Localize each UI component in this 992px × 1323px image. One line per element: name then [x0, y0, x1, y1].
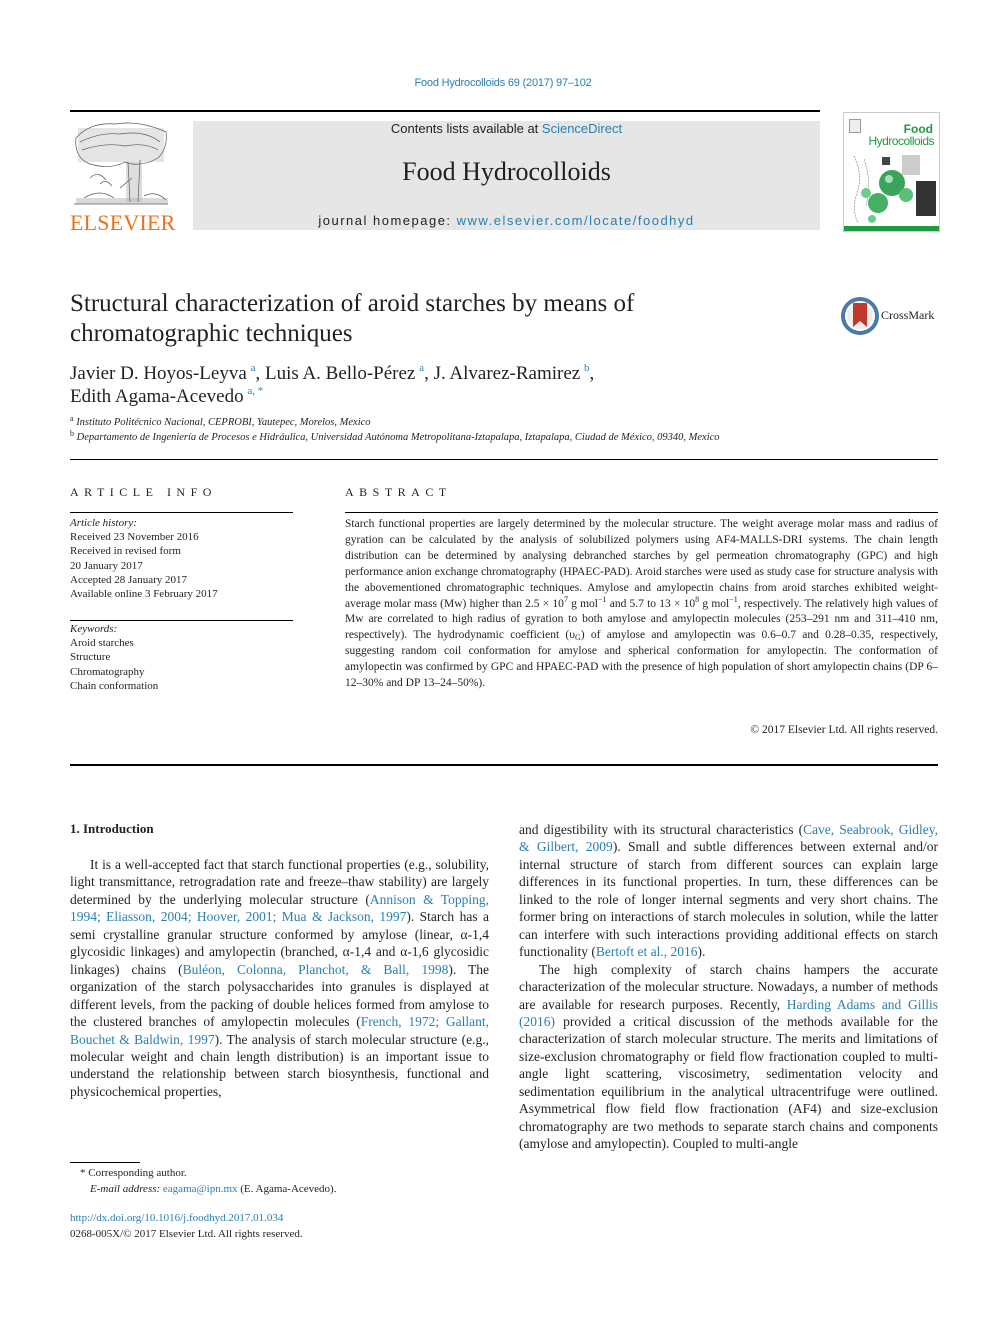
doi-link[interactable]: http://dx.doi.org/10.1016/j.foodhyd.2017… — [70, 1212, 283, 1224]
divider — [70, 620, 293, 621]
section-heading-introduction: 1. Introduction — [70, 821, 154, 836]
history-item: Available online 3 February 2017 — [70, 588, 218, 601]
paragraph: and digestibility with its structural ch… — [519, 821, 938, 961]
history-label: Article history: — [70, 517, 137, 529]
abstract-body: Starch functional properties are largely… — [345, 517, 938, 692]
affiliation-text: Departamento de Ingeniería de Procesos e… — [76, 432, 720, 443]
author-affiliation-marker[interactable]: a, * — [247, 385, 263, 397]
footnote-rule — [70, 1162, 140, 1163]
abstract-heading: ABSTRACT — [345, 485, 452, 499]
article-info-heading: ARTICLE INFO — [70, 485, 217, 499]
text-segment: ). Small and subtle differences between … — [519, 839, 938, 960]
corresponding-author-note: * Corresponding author. — [80, 1167, 187, 1179]
author-name[interactable]: Luis A. Bello-Pérez — [265, 363, 415, 384]
history-item: Accepted 28 January 2017 — [70, 573, 187, 586]
affiliation-key: a — [70, 414, 74, 423]
text-segment: provided a critical discussion of the me… — [519, 1013, 938, 1152]
text-segment: and digestibility with its structural ch… — [519, 822, 804, 837]
exponent: −1 — [729, 594, 738, 604]
history-item: Received 23 November 2016 — [70, 531, 199, 544]
paragraph: The high complexity of starch chains ham… — [519, 961, 938, 1153]
history-item: Received in revised form — [70, 545, 181, 558]
divider — [70, 512, 293, 513]
abstract-text-segment: and 5.7 to 13 × 10 — [606, 597, 696, 610]
issn-copyright: 0268-005X/© 2017 Elsevier Ltd. All right… — [70, 1227, 303, 1240]
journal-homepage-link[interactable]: www.elsevier.com/locate/foodhyd — [457, 213, 695, 228]
cover-molecule-art-icon — [853, 155, 936, 224]
contents-line: Contents lists available at ScienceDirec… — [193, 121, 820, 136]
homepage-line: journal homepage: www.elsevier.com/locat… — [193, 213, 820, 228]
header-rule — [70, 110, 820, 112]
keyword-item: Aroid starches — [70, 637, 134, 650]
cover-title-hydrocolloids: Hydrocolloids — [868, 134, 934, 148]
divider — [70, 459, 938, 460]
abstract-text-segment: g mol — [567, 597, 598, 610]
journal-title: Food Hydrocolloids — [402, 157, 611, 186]
author-list: Javier D. Hoyos-Leyva a, Luis A. Bello-P… — [70, 362, 770, 408]
crossmark-icon — [841, 297, 879, 335]
journal-banner: Contents lists available at ScienceDirec… — [193, 121, 820, 230]
contents-prefix: Contents lists available at — [390, 121, 542, 136]
footnotes: * Corresponding author. E-mail address: … — [70, 1166, 489, 1197]
author-name[interactable]: Edith Agama-Acevedo — [70, 386, 244, 407]
divider — [345, 512, 938, 513]
author-name[interactable]: J. Alvarez-Ramirez — [434, 363, 581, 384]
cover-green-bar — [844, 226, 939, 231]
text-segment: ). — [697, 944, 706, 960]
homepage-prefix: journal homepage: — [318, 213, 457, 228]
keywords-label: Keywords: — [70, 623, 118, 635]
affiliation-item: a Instituto Politécnico Nacional, CEPROB… — [70, 415, 950, 430]
article-history: Article history: Received 23 November 20… — [70, 516, 293, 601]
crossmark-label: CrossMark — [881, 308, 935, 322]
exponent: −1 — [598, 594, 607, 604]
abstract-copyright: © 2017 Elsevier Ltd. All rights reserved… — [750, 724, 938, 736]
body-column-left: It is a well-accepted fact that starch f… — [70, 856, 489, 1100]
sciencedirect-link[interactable]: ScienceDirect — [542, 121, 622, 136]
journal-cover-thumbnail[interactable]: Food Hydrocolloids — [843, 112, 940, 232]
author-name[interactable]: Javier D. Hoyos-Leyva — [70, 363, 247, 384]
author-separator: , — [255, 363, 265, 384]
elsevier-tree-icon — [74, 122, 168, 205]
author-separator: , — [424, 363, 434, 384]
keyword-item: Chain conformation — [70, 679, 159, 692]
affiliations: a Instituto Politécnico Nacional, CEPROB… — [70, 415, 950, 445]
email-suffix: (E. Agama-Acevedo). — [237, 1182, 337, 1195]
email-label: E-mail address: — [90, 1182, 163, 1195]
cover-publisher-mark — [849, 119, 861, 133]
body-column-right: and digestibility with its structural ch… — [519, 821, 938, 1153]
affiliation-item: b Departamento de Ingeniería de Procesos… — [70, 430, 950, 445]
elsevier-wordmark: ELSEVIER — [70, 210, 176, 235]
affiliation-key: b — [70, 429, 74, 438]
article-title: Structural characterization of aroid sta… — [70, 290, 635, 347]
paragraph: It is a well-accepted fact that starch f… — [70, 856, 489, 1100]
divider — [70, 764, 938, 766]
keywords: Keywords: Aroid starches Structure Chrom… — [70, 622, 293, 693]
citation-link[interactable]: Buléon, Colonna, Planchot, & Ball, 1998 — [183, 962, 449, 977]
keyword-item: Chromatography — [70, 665, 145, 678]
journal-citation-link[interactable]: Food Hydrocolloids 69 (2017) 97–102 — [0, 77, 992, 89]
email-link[interactable]: eagama@ipn.mx — [163, 1183, 238, 1195]
keyword-item: Structure — [70, 651, 111, 664]
affiliation-text: Instituto Politécnico Nacional, CEPROBI,… — [76, 417, 371, 428]
email-note: E-mail address: eagama@ipn.mx (E. Agama-… — [70, 1182, 489, 1198]
crossmark-badge[interactable]: CrossMark — [841, 296, 941, 336]
elsevier-logo[interactable]: ELSEVIER — [70, 118, 176, 235]
abstract-text-segment: g mol — [699, 597, 730, 610]
abstract-text-segment: Starch functional properties are largely… — [345, 518, 938, 610]
author-separator: , — [589, 363, 595, 384]
history-item: 20 January 2017 — [70, 559, 143, 572]
citation-link[interactable]: Bertoft et al., 2016 — [596, 944, 698, 959]
doi-block: http://dx.doi.org/10.1016/j.foodhyd.2017… — [70, 1211, 489, 1242]
